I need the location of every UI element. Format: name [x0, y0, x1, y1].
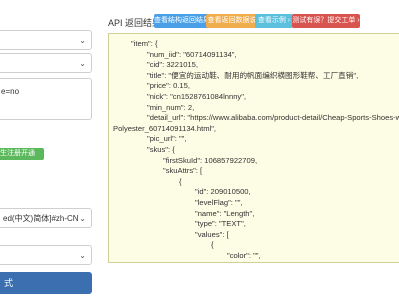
result-action-button-2[interactable]: 查看返回数据说明 ›: [206, 14, 258, 38]
result-line: "id": 209010500,: [195, 187, 251, 197]
select-field-1[interactable]: ⌄: [0, 30, 92, 50]
result-line: "name": "Length",: [195, 208, 255, 218]
result-line: {: [179, 176, 182, 186]
result-line: "values": [: [195, 229, 229, 239]
result-line: "color": "",: [227, 251, 261, 260]
result-line: "pic_url": "",: [147, 134, 187, 144]
result-line: "skuAttrs": [: [163, 166, 203, 176]
register-key-button[interactable]: 生注册开通Key: [0, 148, 44, 169]
result-panel[interactable]: "item": {"num_iid": "60714091134", "cid":…: [108, 33, 399, 263]
result-action-button-3[interactable]: 查看示例 ›: [255, 14, 293, 28]
result-line: Polyester_60714091134.html",: [113, 123, 217, 133]
chevron-down-icon: ⌄: [79, 59, 86, 68]
language-value: ed(中文)简体]#zh-CN: [3, 214, 79, 223]
result-line: "title": "便宜的运动鞋、耐用的帆面编织横图形鞋帮、工厂直销",: [147, 70, 359, 80]
chevron-down-icon: ⌄: [79, 214, 86, 223]
result-line: "levelFlag": "",: [195, 198, 243, 207]
result-line: "num_iid": "60714091134",: [147, 49, 237, 59]
result-action-button-4[interactable]: 测试有误？提交工单 ›: [292, 14, 360, 28]
result-line: {: [211, 240, 214, 250]
language-select[interactable]: ed(中文)简体]#zh-CN ⌄: [0, 208, 92, 228]
result-line: "fileName": "",: [227, 262, 274, 263]
result-line: "firstSkuId": 106857922709,: [163, 155, 258, 165]
chevron-down-icon: ⌄: [79, 251, 86, 260]
result-line: "type": "TEXT",: [195, 219, 246, 229]
chevron-down-icon: ⌄: [79, 36, 86, 45]
result-line: "cid": 3221015,: [147, 60, 198, 70]
result-action-button-1[interactable]: 查看结构返回结果 ›: [154, 14, 210, 38]
result-line: "detail_url": "https://www.alibaba.com/p…: [147, 113, 399, 123]
params-value: e=no: [1, 87, 20, 96]
result-line: "price": 0.15,: [147, 81, 190, 91]
select-field-2[interactable]: ⌄: [0, 53, 92, 73]
select-field-4[interactable]: ⌄: [0, 245, 92, 265]
params-textarea[interactable]: e=no: [0, 78, 92, 120]
result-line: "skus": {: [147, 145, 175, 154]
submit-test-button[interactable]: 式: [0, 272, 92, 294]
result-line: "item": {: [131, 39, 158, 48]
result-line: "nick": "cn1528761084lnnny",: [147, 92, 247, 101]
left-form-panel: ⌄ ⌄ e=no 生注册开通Key ed(中文)简体]#zh-CN ⌄ ⌄ 式: [0, 0, 96, 300]
result-line: "min_num": 2,: [147, 102, 195, 112]
